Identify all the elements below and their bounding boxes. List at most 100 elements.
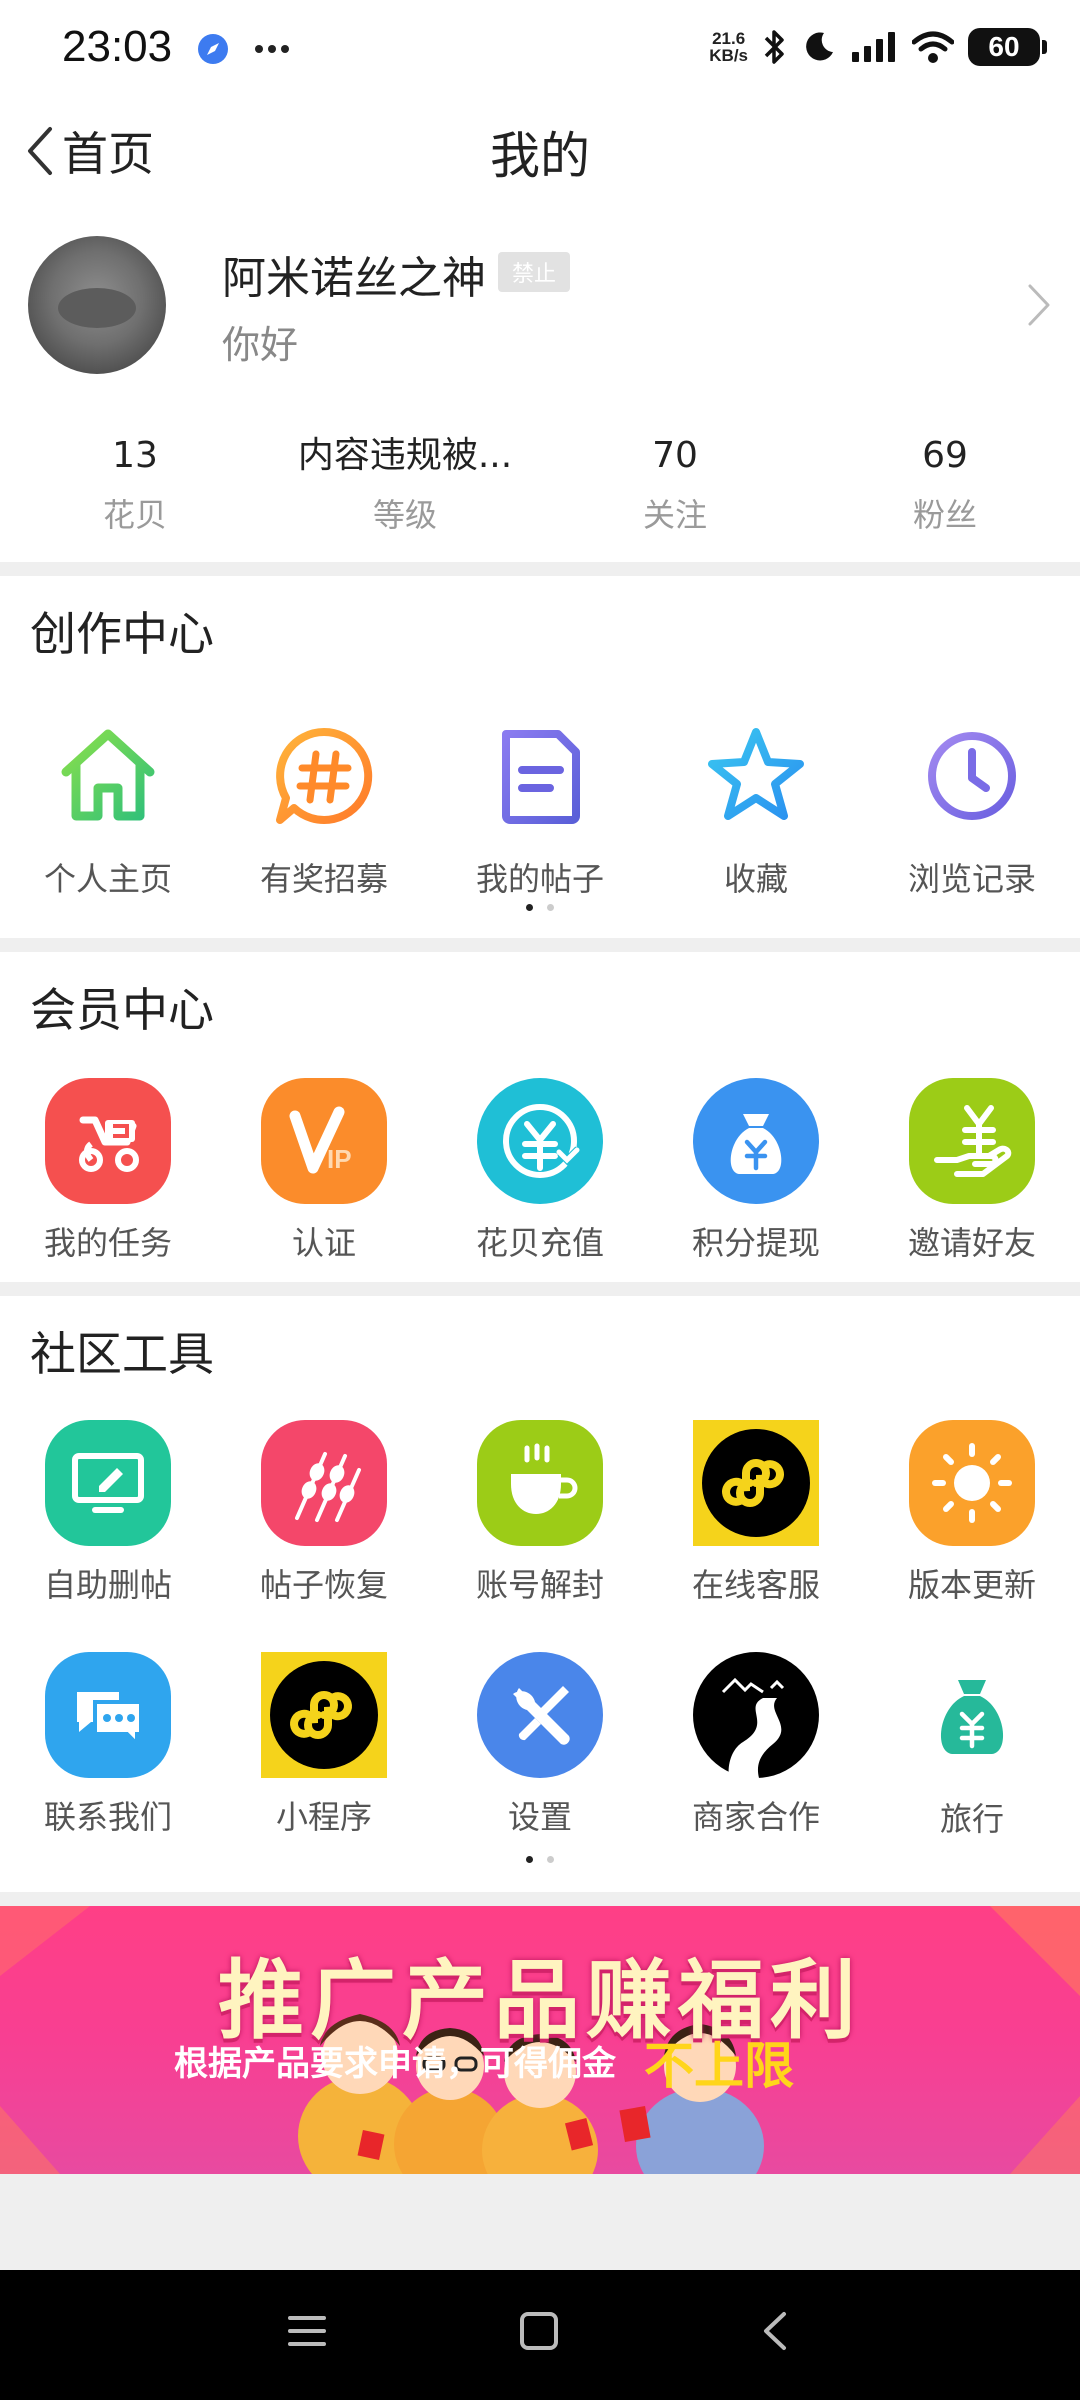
grid-item-label: 我的任务 [43,1224,172,1262]
avatar[interactable] [28,236,166,374]
section-title: 创作中心 [30,607,214,661]
document-icon [502,730,580,824]
stat-points[interactable]: 13 花贝 [0,432,270,536]
stat-label: 关注 [642,496,707,534]
grid-item-label: 账号解封 [475,1566,604,1604]
page-dot-active [526,904,533,911]
grid-item-history[interactable]: 浏览记录 [864,712,1080,900]
grid-item-travel[interactable]: 旅行 [864,1652,1080,1840]
grid-item-unban[interactable]: 账号解封 [432,1420,648,1606]
menu-icon[interactable] [286,2310,328,2352]
page-dot [547,904,554,911]
grid-item-verify[interactable]: IP 认证 [216,1078,432,1264]
chevron-right-icon[interactable] [1026,282,1052,328]
grid-item-label: 联系我们 [43,1798,172,1836]
grid-item-home[interactable]: 个人主页 [0,712,216,900]
section-title: 社区工具 [30,1327,214,1381]
grid-item-label: 花贝充值 [475,1224,604,1262]
stat-following[interactable]: 70 关注 [540,432,810,536]
grid-item-withdraw[interactable]: 积分提现 [648,1078,864,1264]
grid-item-label: 旅行 [939,1800,1004,1838]
profile-card[interactable]: 阿米诺丝之神 禁止 你好 13 花贝 内容违规被... 等级 70 关注 69 … [0,200,1080,562]
skewer-icon [295,1452,361,1522]
banner-subtitle: 根据产品要求申请，可得佣金 [174,2044,616,2084]
wifi-icon [912,31,954,63]
grid-item-self-delete[interactable]: 自助删帖 [0,1420,216,1606]
coffee-icon [511,1443,578,1514]
money-bag-icon [940,1680,1004,1754]
grid-item-favorites[interactable]: 收藏 [648,712,864,900]
grid-item-label: 商家合作 [691,1798,820,1836]
stat-label: 等级 [372,496,437,534]
invite-icon [934,1105,1012,1177]
more-dots-icon [255,45,289,53]
banner-highlight: 不上限 [644,2037,794,2095]
stat-label: 粉丝 [912,496,977,534]
status-right-icons: 21.6 KB/s 60 [709,28,1047,66]
net-speed-unit: KB/s [709,46,748,65]
community-tools-row-2: 联系我们 小程序 设置 商家合作 旅行 [0,1652,1080,1840]
mini-program-icon [702,1429,810,1537]
bottom-spacer [0,2174,1080,2270]
hashtag-icon [276,727,373,824]
creation-center-section: 创作中心 个人主页 有奖招募 我的帖子 收藏 浏览记录 [0,576,1080,938]
grid-item-settings[interactable]: 设置 [432,1652,648,1840]
community-tools-row-1: 自助删帖 帖子恢复 账号解封 在线客服 版本更新 [0,1420,1080,1606]
grid-item-my-posts[interactable]: 我的帖子 [432,712,648,900]
grid-item-recharge[interactable]: 花贝充值 [432,1078,648,1264]
grid-item-label: 自助删帖 [43,1566,172,1604]
creation-center-row: 个人主页 有奖招募 我的帖子 收藏 浏览记录 [0,712,1080,900]
stat-value: 13 [112,435,158,476]
sun-icon [932,1443,1012,1523]
grid-item-label: 浏览记录 [907,860,1036,898]
grid-item-label: 个人主页 [43,860,172,898]
nav-bar: 首页 我的 [0,100,1080,200]
moon-icon [806,32,833,61]
grid-item-label: 认证 [291,1224,356,1262]
net-speed: 21.6 KB/s [709,30,748,64]
grid-item-my-tasks[interactable]: 我的任务 [0,1078,216,1264]
bluetooth-icon [764,30,784,64]
chat-icon [77,1692,143,1749]
grid-item-post-restore[interactable]: 帖子恢复 [216,1420,432,1606]
grid-item-contact-us[interactable]: 联系我们 [0,1652,216,1840]
community-tools-section: 社区工具 自助删帖 帖子恢复 账号解封 在线客服 版本更新 联系我们 小程序 设… [0,1296,1080,1892]
clock-icon [928,732,1016,820]
page-dot [547,1856,554,1863]
grid-item-label: 小程序 [275,1798,372,1836]
page-indicator [0,904,1080,911]
star-icon [708,728,804,820]
back-arrow-icon[interactable] [754,2310,796,2352]
page-indicator [0,1856,1080,1863]
grid-item-label: 收藏 [723,860,788,898]
grid-item-invite[interactable]: 邀请好友 [864,1078,1080,1264]
vip-icon: IP [289,1106,352,1174]
wrench-icon [513,1686,570,1745]
status-left-icons [196,32,290,66]
home-square-icon[interactable] [518,2310,560,2352]
grid-item-label: 有奖招募 [259,860,388,898]
home-icon [61,729,155,821]
page-title: 我的 [490,127,590,185]
promo-banner[interactable]: 推广产品赚福利 根据产品要求申请，可得佣金 不上限 [0,1906,1080,2174]
net-speed-value: 21.6 [712,29,746,48]
status-time: 23:03 [62,22,173,71]
grid-item-online-service[interactable]: 在线客服 [648,1420,864,1606]
stat-value: 70 [652,435,698,476]
grid-item-recruit[interactable]: 有奖招募 [216,712,432,900]
grid-item-mini-program[interactable]: 小程序 [216,1652,432,1840]
grid-item-version-update[interactable]: 版本更新 [864,1420,1080,1606]
grid-item-business-cooperation[interactable]: 商家合作 [648,1652,864,1840]
section-title: 会员中心 [30,983,214,1037]
stat-followers[interactable]: 69 粉丝 [810,432,1080,536]
compass-icon [198,34,228,64]
member-center-row: 我的任务 IP 认证 花贝充值 积分提现 邀请好友 [0,1078,1080,1264]
stat-level[interactable]: 内容违规被... 等级 [270,432,540,536]
stat-value: 内容违规被... [297,435,513,476]
monitor-icon [72,1453,144,1513]
grid-item-label: 版本更新 [907,1566,1036,1604]
grid-item-label: 积分提现 [691,1224,820,1262]
page-dot-active [526,1856,533,1863]
mini-program-icon [270,1661,378,1769]
status-bar: 23:03 21.6 KB/s 60 [0,0,1080,100]
